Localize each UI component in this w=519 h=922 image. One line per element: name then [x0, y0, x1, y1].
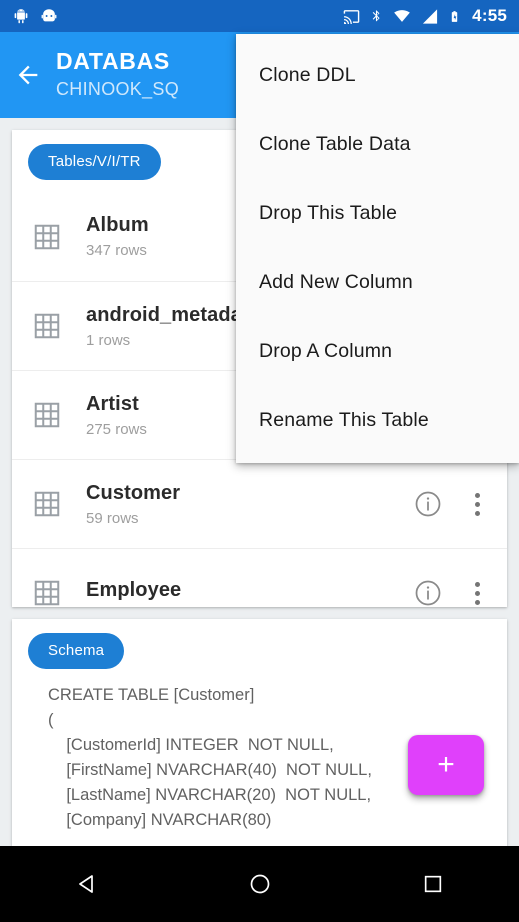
page-title: DATABAS	[56, 48, 170, 74]
table-row-count: 59 rows	[86, 509, 139, 527]
table-grid-icon	[32, 489, 78, 519]
add-fab-button[interactable]: +	[408, 735, 484, 795]
overflow-menu-icon[interactable]	[469, 492, 485, 516]
status-bar-system-icons: 4:55	[342, 6, 519, 26]
nav-home-button[interactable]	[225, 846, 295, 922]
table-row[interactable]: Customer 59 rows	[12, 459, 507, 548]
cast-icon	[343, 9, 360, 24]
app-bar-titles: DATABAS CHINOOK_SQ	[56, 32, 179, 100]
table-grid-icon	[32, 222, 78, 252]
menu-item-clone-ddl[interactable]: Clone DDL	[236, 41, 519, 110]
overflow-menu-icon[interactable]	[469, 581, 485, 605]
status-bar: 4:55	[0, 0, 519, 32]
status-bar-notifications	[0, 7, 58, 25]
plus-icon: +	[437, 748, 455, 781]
back-button[interactable]	[0, 32, 56, 118]
android-navigation-bar	[0, 846, 519, 922]
wifi-icon	[394, 9, 410, 22]
schema-chip[interactable]: Schema	[28, 633, 125, 669]
arrow-back-icon	[18, 65, 38, 85]
table-name: Customer	[86, 481, 181, 504]
table-info: Employee	[78, 579, 413, 607]
table-row-actions	[413, 489, 493, 519]
table-row-actions	[413, 578, 493, 608]
overflow-popup-menu: Clone DDL Clone Table Data Drop This Tab…	[236, 34, 519, 463]
android-head-icon	[41, 9, 57, 22]
android-robot-icon	[14, 9, 28, 24]
nav-home-circle-icon	[250, 874, 269, 894]
page-subtitle: CHINOOK_SQ	[56, 79, 180, 99]
table-info: Customer 59 rows	[78, 482, 413, 527]
menu-item-drop-this-table[interactable]: Drop This Table	[236, 179, 519, 248]
menu-item-clone-table-data[interactable]: Clone Table Data	[236, 110, 519, 179]
menu-item-rename-this-table[interactable]: Rename This Table	[236, 386, 519, 455]
table-grid-icon	[32, 400, 78, 430]
bluetooth-icon	[372, 10, 380, 22]
nav-recents-square-icon	[424, 875, 441, 893]
table-grid-icon	[32, 578, 78, 608]
info-icon[interactable]	[413, 489, 443, 519]
cellular-signal-icon	[423, 8, 438, 24]
nav-back-button[interactable]	[52, 846, 122, 922]
status-bar-clock: 4:55	[472, 6, 507, 25]
nav-back-triangle-icon	[78, 875, 93, 893]
table-name: Employee	[86, 579, 182, 601]
menu-item-drop-a-column[interactable]: Drop A Column	[236, 317, 519, 386]
schema-card: Schema CREATE TABLE [Customer] ( [Custom…	[12, 619, 507, 846]
nav-recents-button[interactable]	[398, 846, 468, 922]
info-icon[interactable]	[413, 578, 443, 608]
battery-charging-icon	[451, 10, 458, 22]
menu-item-add-new-column[interactable]: Add New Column	[236, 248, 519, 317]
tables-filter-chip[interactable]: Tables/V/I/TR	[28, 144, 161, 180]
table-grid-icon	[32, 311, 78, 341]
